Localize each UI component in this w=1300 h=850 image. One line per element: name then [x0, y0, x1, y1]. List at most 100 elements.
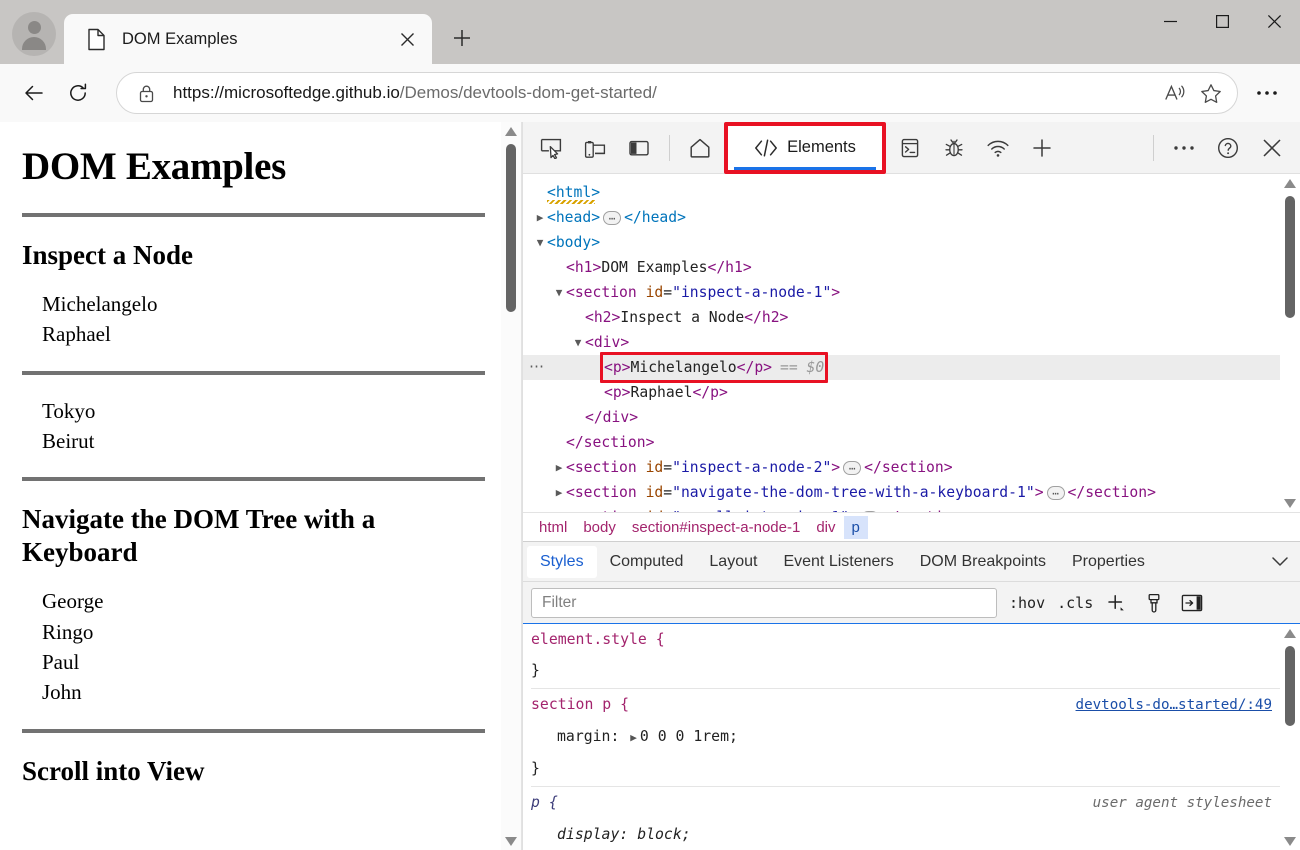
- styles-scrollbar[interactable]: [1280, 624, 1300, 850]
- dom-tree-row[interactable]: <p>Michelangelo</p> == $0: [523, 355, 1300, 380]
- dom-tree-row[interactable]: ▶ <section id="inspect-a-node-2"> ⋯ </secti…: [523, 455, 1300, 480]
- dock-side-icon[interactable]: [620, 129, 658, 167]
- console-icon[interactable]: [891, 129, 929, 167]
- css-property-value[interactable]: 0 0 0 1rem;: [640, 728, 738, 745]
- add-tool-plus-icon[interactable]: [1023, 129, 1061, 167]
- read-aloud-icon[interactable]: [1157, 75, 1193, 111]
- expand-children-ellipsis-icon[interactable]: ⋯: [860, 511, 879, 512]
- inspect-element-icon[interactable]: [532, 129, 570, 167]
- new-style-rule-plus-icon[interactable]: [1101, 589, 1131, 617]
- tab-elements[interactable]: Elements: [728, 125, 882, 170]
- paintbrush-icon[interactable]: [1139, 589, 1169, 617]
- favorite-star-icon[interactable]: [1193, 75, 1229, 111]
- dom-tree-scrollbar[interactable]: [1280, 174, 1300, 512]
- scroll-up-arrow-icon[interactable]: [501, 122, 521, 140]
- css-selector[interactable]: element.style {: [531, 624, 665, 655]
- scrollbar-thumb[interactable]: [506, 144, 516, 312]
- help-question-icon[interactable]: [1209, 129, 1247, 167]
- dom-tree-row[interactable]: <h2>Inspect a Node</h2>: [523, 305, 1300, 330]
- breadcrumb-item-body[interactable]: body: [575, 516, 624, 539]
- dom-tree-row[interactable]: <h1>DOM Examples</h1>: [523, 255, 1300, 280]
- back-button[interactable]: [14, 73, 54, 113]
- dom-tree-row[interactable]: ▼ <div>: [523, 330, 1300, 355]
- browser-settings-and-more-button[interactable]: [1248, 74, 1286, 112]
- profile-avatar-icon[interactable]: [12, 12, 56, 56]
- window-maximize-button[interactable]: [1196, 0, 1248, 42]
- device-emulation-icon[interactable]: [576, 129, 614, 167]
- expand-children-ellipsis-icon[interactable]: ⋯: [603, 211, 622, 225]
- scrollbar-track[interactable]: [1280, 192, 1300, 494]
- window-minimize-button[interactable]: [1144, 0, 1196, 42]
- scroll-down-arrow-icon[interactable]: [1280, 832, 1300, 850]
- css-property-name[interactable]: margin:: [557, 728, 628, 745]
- dom-tree-row[interactable]: ▶<section id="scroll-into-view-1">⋯</sec…: [523, 505, 1300, 512]
- breadcrumb-item-div[interactable]: div: [808, 516, 843, 539]
- scrollbar-thumb[interactable]: [1285, 196, 1295, 318]
- scroll-down-arrow-icon[interactable]: [501, 832, 521, 850]
- tab-styles[interactable]: Styles: [527, 545, 597, 578]
- dom-tree[interactable]: <html> ▶ <head> ⋯ </head> ▼ <body> <h1>DOM Exam…: [523, 174, 1300, 512]
- tab-dom-breakpoints[interactable]: DOM Breakpoints: [907, 546, 1059, 578]
- browser-tab-dom-examples[interactable]: DOM Examples: [64, 14, 432, 64]
- collapsed-twisty-icon[interactable]: ▶: [552, 505, 566, 512]
- css-selector[interactable]: section p {: [531, 689, 629, 720]
- scroll-up-arrow-icon[interactable]: [1280, 174, 1300, 192]
- tab-layout[interactable]: Layout: [696, 546, 770, 578]
- new-tab-button[interactable]: [440, 16, 484, 60]
- close-tab-icon[interactable]: [392, 24, 422, 54]
- expanded-twisty-icon[interactable]: ▼: [552, 280, 566, 305]
- scrollbar-track[interactable]: [501, 140, 521, 832]
- element-classes-cls-button[interactable]: .cls: [1057, 594, 1093, 612]
- css-declaration[interactable]: margin: ▶ 0 0 0 1rem;: [531, 721, 1300, 753]
- row-more-actions-icon[interactable]: ⋯: [529, 357, 545, 375]
- dom-tree-row[interactable]: </section>: [523, 430, 1300, 455]
- list-item: John: [42, 680, 82, 705]
- chevron-down-icon[interactable]: [1260, 546, 1300, 578]
- url-bar[interactable]: https://microsoftedge.github.io/Demos/de…: [116, 72, 1238, 114]
- dom-tree-pane[interactable]: <html> ▶ <head> ⋯ </head> ▼ <body> <h1>DOM Exam…: [523, 174, 1300, 512]
- css-property-name[interactable]: display:: [557, 826, 637, 843]
- expand-children-ellipsis-icon[interactable]: ⋯: [843, 461, 862, 475]
- collapsed-twisty-icon[interactable]: ▶: [533, 205, 547, 230]
- dom-tree-row[interactable]: </div>: [523, 405, 1300, 430]
- css-source-link[interactable]: devtools-do…started/:49: [1076, 690, 1272, 721]
- collapsed-twisty-icon[interactable]: ▶: [552, 480, 566, 505]
- toggle-right-panel-icon[interactable]: [1177, 589, 1207, 617]
- tab-event-listeners[interactable]: Event Listeners: [770, 546, 906, 578]
- dom-tree-row[interactable]: ▶ <head> ⋯ </head>: [523, 205, 1300, 230]
- reload-button[interactable]: [58, 73, 98, 113]
- dom-tree-row[interactable]: ▼ <section id="inspect-a-node-1">: [523, 280, 1300, 305]
- css-declaration[interactable]: display: block;: [531, 819, 1300, 850]
- scrollbar-track[interactable]: [1280, 642, 1300, 832]
- collapsed-twisty-icon[interactable]: ▶: [552, 455, 566, 480]
- css-property-value[interactable]: block;: [637, 826, 690, 843]
- scrollbar-thumb[interactable]: [1285, 646, 1295, 726]
- css-rules-list[interactable]: element.style {} section p {devtools-do…s…: [523, 624, 1300, 850]
- expanded-twisty-icon[interactable]: ▼: [571, 330, 585, 355]
- dom-tree-row[interactable]: <p>Raphael</p>: [523, 380, 1300, 405]
- scroll-down-arrow-icon[interactable]: [1280, 494, 1300, 512]
- breadcrumb[interactable]: html body section#inspect-a-node-1 div p: [523, 512, 1300, 542]
- expand-children-ellipsis-icon[interactable]: ⋯: [1046, 486, 1065, 500]
- dom-tree-row[interactable]: <html>: [523, 180, 1300, 205]
- network-wifi-icon[interactable]: [979, 129, 1017, 167]
- expanded-twisty-icon[interactable]: ▼: [533, 230, 547, 255]
- scroll-up-arrow-icon[interactable]: [1280, 624, 1300, 642]
- breadcrumb-item-html[interactable]: html: [531, 516, 575, 539]
- close-devtools-icon[interactable]: [1253, 129, 1291, 167]
- home-icon[interactable]: [681, 129, 719, 167]
- breadcrumb-item-p[interactable]: p: [843, 515, 868, 539]
- shorthand-expander-icon[interactable]: ▶: [630, 731, 637, 744]
- tab-computed[interactable]: Computed: [597, 546, 697, 578]
- page-vertical-scrollbar[interactable]: [501, 122, 521, 850]
- styles-filter-input[interactable]: Filter: [531, 587, 997, 618]
- breadcrumb-item-section-inspect-a-node-1[interactable]: section#inspect-a-node-1: [624, 516, 808, 539]
- debug-bug-icon[interactable]: [935, 129, 973, 167]
- window-close-button[interactable]: [1248, 0, 1300, 42]
- tab-properties[interactable]: Properties: [1059, 546, 1158, 578]
- dom-tree-row[interactable]: ▶ <section id="navigate-the-dom-tree-with…: [523, 480, 1300, 505]
- force-element-state-hov-button[interactable]: :hov: [1009, 594, 1045, 612]
- more-tools-dots-icon[interactable]: [1165, 129, 1203, 167]
- css-selector[interactable]: p {: [531, 787, 558, 818]
- dom-tree-row[interactable]: ▼ <body>: [523, 230, 1300, 255]
